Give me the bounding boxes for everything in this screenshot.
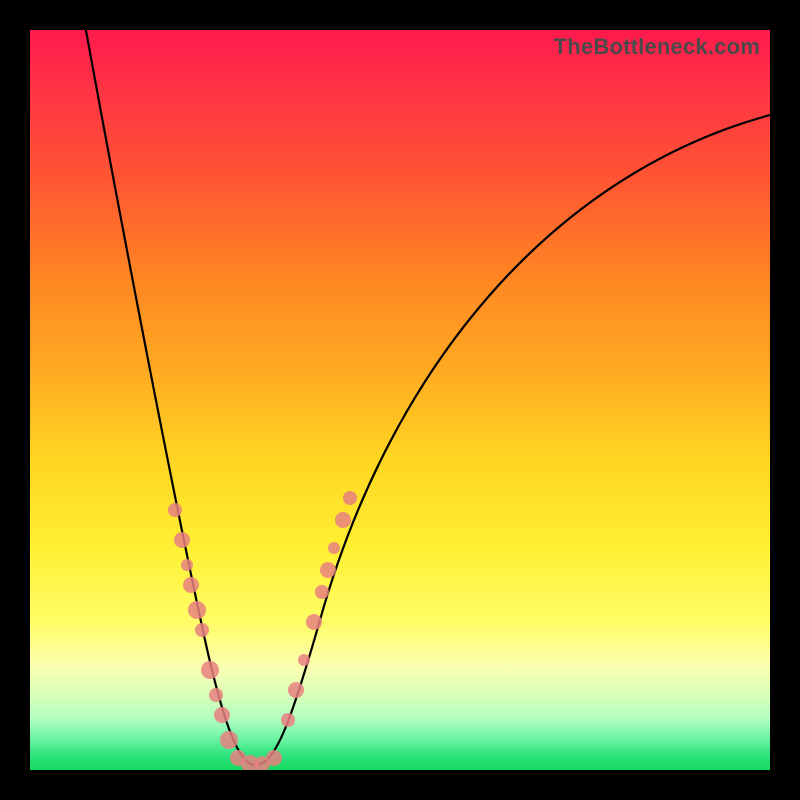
data-point: [174, 532, 190, 548]
data-point: [281, 713, 295, 727]
data-point: [188, 601, 206, 619]
data-point: [195, 623, 209, 637]
data-point: [214, 707, 230, 723]
data-point: [168, 503, 182, 517]
trough-dots: [230, 750, 282, 770]
right-branch-dots: [281, 491, 357, 727]
data-point: [315, 585, 329, 599]
data-point: [183, 577, 199, 593]
data-point: [320, 562, 336, 578]
data-point: [209, 688, 223, 702]
data-point: [266, 750, 282, 766]
bottleneck-curve-path: [85, 30, 770, 765]
data-point: [306, 614, 322, 630]
bottleneck-chart: [30, 30, 770, 770]
data-point: [288, 682, 304, 698]
data-point: [335, 512, 351, 528]
left-branch-dots: [168, 503, 238, 749]
data-point: [220, 731, 238, 749]
data-point: [298, 654, 310, 666]
data-point: [328, 542, 340, 554]
data-point: [181, 559, 193, 571]
data-point: [201, 661, 219, 679]
chart-frame: TheBottleneck.com: [30, 30, 770, 770]
data-point: [343, 491, 357, 505]
